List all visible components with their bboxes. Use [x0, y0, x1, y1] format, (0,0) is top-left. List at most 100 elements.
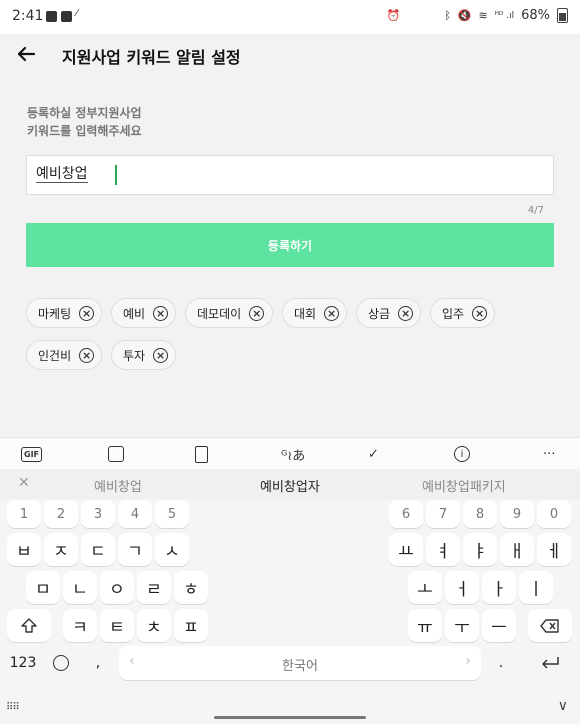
period-key[interactable]: . — [484, 646, 518, 680]
key-vowel[interactable]: ㅛ — [389, 533, 423, 566]
key-consonant[interactable]: ㄹ — [137, 571, 171, 604]
cursor-right-icon: › — [465, 653, 471, 669]
key-vowel[interactable]: ㅗ — [408, 571, 442, 604]
spell-check-icon: ✓ — [368, 446, 379, 462]
shift-key[interactable] — [7, 609, 51, 642]
keyboard-switch-icon[interactable]: ⠿⠿ — [6, 702, 20, 713]
remove-chip-icon[interactable]: × — [153, 347, 169, 363]
keyword-chip-label: 마케팅 — [38, 306, 72, 321]
suggestion-item[interactable]: 예비창업자 — [260, 476, 320, 495]
keyword-chip-label: 데모데이 — [197, 306, 242, 321]
app-header: 지원사업 키워드 알림 설정 — [0, 34, 580, 78]
keyword-chip-label: 대회 — [294, 306, 317, 321]
comma-key[interactable]: , — [81, 646, 115, 680]
gif-button[interactable]: GIF — [21, 445, 43, 463]
alarm-icon: ⏰ — [386, 9, 401, 22]
more-options-button[interactable]: ··· — [543, 445, 555, 463]
status-time: 2:41 — [12, 8, 44, 24]
remove-chip-icon[interactable]: × — [324, 305, 340, 321]
back-button[interactable] — [12, 40, 40, 68]
key-consonant[interactable]: ㅊ — [137, 609, 171, 642]
home-gesture-bar[interactable] — [214, 716, 366, 719]
key-consonant[interactable]: ㄴ — [63, 571, 97, 604]
keyword-input[interactable]: 예비창업 — [26, 155, 554, 195]
key-vowel[interactable]: ㅔ — [537, 533, 571, 566]
keyword-chip-label: 상금 — [368, 306, 391, 321]
key-4[interactable]: 4 — [118, 500, 152, 528]
key-7[interactable]: 7 — [426, 500, 460, 528]
remove-chip-icon[interactable]: × — [472, 305, 488, 321]
remove-chip-icon[interactable]: × — [398, 305, 414, 321]
key-vowel[interactable]: ㅠ — [408, 609, 442, 642]
hide-keyboard-icon[interactable]: ∨ — [558, 698, 568, 714]
key-consonant[interactable]: ㅌ — [100, 609, 134, 642]
key-consonant[interactable]: ㄱ — [118, 533, 152, 566]
keyword-chip[interactable]: 상금 × — [356, 298, 421, 328]
space-key[interactable]: ‹ 한국어 › — [119, 646, 481, 680]
key-vowel[interactable]: ㅜ — [445, 609, 479, 642]
info-icon: i — [454, 446, 470, 462]
keyword-chip[interactable]: 입주 × — [430, 298, 495, 328]
clipboard-button[interactable] — [195, 445, 208, 463]
key-2[interactable]: 2 — [44, 500, 78, 528]
register-button[interactable]: 등록하기 — [26, 223, 554, 267]
remove-chip-icon[interactable]: × — [249, 305, 265, 321]
remove-chip-icon[interactable]: × — [153, 305, 169, 321]
signal-off-icon: ⁄ — [76, 8, 78, 19]
enter-icon — [542, 657, 559, 669]
enter-key[interactable] — [528, 646, 572, 680]
key-consonant[interactable]: ㅇ — [100, 571, 134, 604]
backspace-key[interactable] — [528, 609, 572, 642]
remove-chip-icon[interactable]: × — [79, 305, 95, 321]
keyboard: GIF ᴳ≀あ ✓ i ··· ✕ 예비창업 예비창업자 예비창업패키지 1 2… — [0, 437, 580, 724]
character-counter: 4/7 — [527, 205, 544, 216]
keyword-chip[interactable]: 마케팅 × — [26, 298, 102, 328]
remove-chip-icon[interactable]: × — [79, 347, 95, 363]
key-consonant[interactable]: ㅈ — [44, 533, 78, 566]
close-suggestions-icon[interactable]: ✕ — [18, 475, 30, 491]
key-consonant[interactable]: ㅁ — [26, 571, 60, 604]
keyword-chip[interactable]: 인건비 × — [26, 340, 102, 370]
more-horizontal-icon: ··· — [543, 446, 556, 462]
keyword-chip[interactable]: 예비 × — [111, 298, 176, 328]
key-vowel[interactable]: ㅓ — [445, 571, 479, 604]
bluetooth-icon: ᛒ — [444, 9, 451, 22]
suggestion-item[interactable]: 예비창업패키지 — [422, 476, 506, 495]
key-vowel[interactable]: ㅏ — [482, 571, 516, 604]
keyword-chip[interactable]: 대회 × — [282, 298, 347, 328]
key-vowel[interactable]: ㅡ — [482, 609, 516, 642]
keyword-chip-label: 예비 — [123, 306, 146, 321]
key-vowel[interactable]: ㅕ — [426, 533, 460, 566]
key-consonant[interactable]: ㅂ — [7, 533, 41, 566]
key-consonant[interactable]: ㅅ — [155, 533, 189, 566]
key-consonant[interactable]: ㅍ — [174, 609, 208, 642]
key-6[interactable]: 6 — [389, 500, 423, 528]
key-vowel[interactable]: ㅐ — [500, 533, 534, 566]
key-vowel[interactable]: ㅣ — [519, 571, 553, 604]
keyword-chip[interactable]: 투자 × — [111, 340, 176, 370]
battery-percent: 68% — [521, 8, 550, 23]
key-consonant[interactable]: ㅋ — [63, 609, 97, 642]
translate-button[interactable]: ᴳ≀あ — [281, 445, 305, 464]
sticker-button[interactable] — [108, 445, 124, 463]
instruction-line-2: 키워드를 입력해주세요 — [27, 124, 142, 138]
emoji-key[interactable] — [44, 646, 78, 680]
image-notification-icon — [46, 11, 57, 22]
spell-check-button[interactable]: ✓ — [368, 445, 379, 463]
info-button[interactable]: i — [454, 445, 470, 463]
key-5[interactable]: 5 — [155, 500, 189, 528]
keyword-chip[interactable]: 데모데이 × — [185, 298, 273, 328]
key-8[interactable]: 8 — [463, 500, 497, 528]
mode-switch-key[interactable]: 123 — [5, 646, 41, 680]
navigation-bar: ⠿⠿ ∨ — [0, 695, 580, 724]
suggestion-item[interactable]: 예비창업 — [94, 476, 142, 495]
lte-icon: ᴴᴰ .ıl — [494, 10, 515, 21]
key-3[interactable]: 3 — [81, 500, 115, 528]
key-1[interactable]: 1 — [7, 500, 41, 528]
arrow-left-icon — [17, 46, 36, 62]
key-consonant[interactable]: ㅎ — [174, 571, 208, 604]
key-vowel[interactable]: ㅑ — [463, 533, 497, 566]
key-consonant[interactable]: ㄷ — [81, 533, 115, 566]
key-0[interactable]: 0 — [537, 500, 571, 528]
key-9[interactable]: 9 — [500, 500, 534, 528]
